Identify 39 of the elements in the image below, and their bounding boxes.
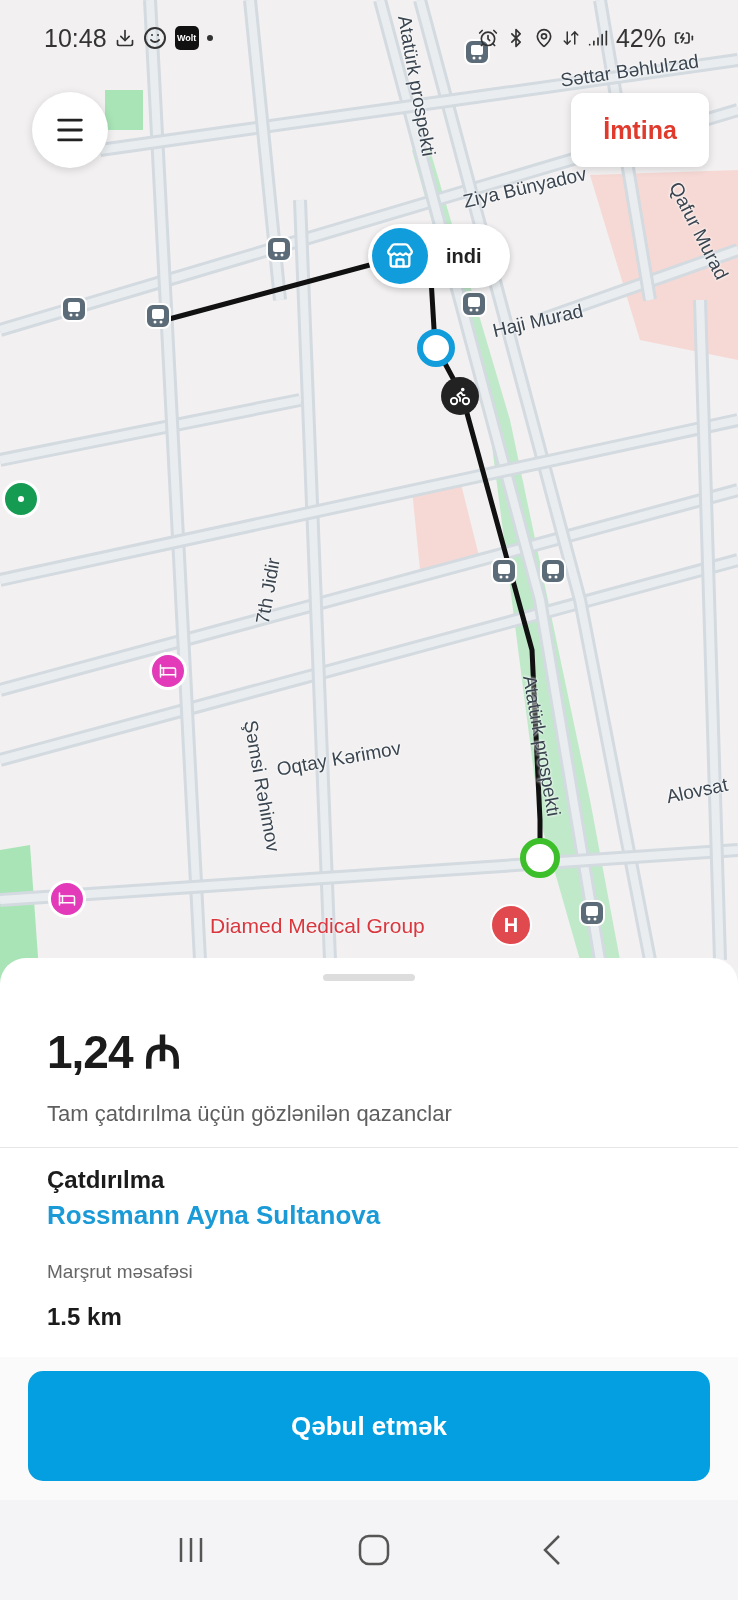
dot-icon bbox=[206, 35, 213, 41]
street-label: 7th Jidir bbox=[251, 556, 285, 626]
street-label: Haji Murad bbox=[490, 299, 586, 343]
street-label: Oqtay Kərimov bbox=[275, 737, 403, 780]
bus-stop-icon bbox=[145, 303, 171, 329]
sheet-handle[interactable] bbox=[323, 974, 415, 981]
bus-stop-icon bbox=[464, 39, 490, 65]
smiley-icon bbox=[142, 26, 167, 50]
earnings-note: Tam çatdırılma üçün gözlənilən qazanclar bbox=[46, 1100, 453, 1128]
park-area bbox=[105, 90, 143, 130]
section-title: Çatdırılma bbox=[47, 1166, 166, 1194]
earnings-amount: 1,24 ₼ bbox=[46, 1025, 182, 1080]
cancel-button[interactable]: İmtina bbox=[571, 93, 709, 167]
home-icon[interactable] bbox=[358, 1534, 390, 1566]
back-icon[interactable] bbox=[542, 1534, 562, 1566]
street-label: Alovsat bbox=[664, 773, 730, 809]
bus-stop-icon bbox=[540, 558, 566, 584]
signal-icon bbox=[587, 28, 608, 48]
bus-stop-icon bbox=[579, 900, 605, 926]
status-time: 10:48 bbox=[44, 23, 107, 53]
bus-stop-icon bbox=[266, 236, 292, 262]
bus-stop-icon bbox=[61, 296, 87, 322]
download-icon bbox=[114, 28, 135, 48]
street-label: Səttar Bəhlulzad bbox=[559, 50, 701, 92]
store-icon bbox=[372, 228, 428, 284]
accept-button[interactable]: Qəbul etmək bbox=[28, 1371, 710, 1481]
place-label: Diamed Medical Group bbox=[210, 914, 425, 938]
pickup-pin[interactable]: indi bbox=[368, 224, 510, 288]
street-label: Atatürk prospekti bbox=[518, 673, 565, 819]
alarm-icon bbox=[477, 28, 498, 48]
data-arrows-icon bbox=[561, 29, 580, 47]
bus-stop-icon bbox=[461, 291, 487, 317]
bus-stop-icon bbox=[491, 558, 517, 584]
distance-label: Marşrut məsafəsi bbox=[47, 1261, 194, 1283]
street-label: Atatürk prospekti bbox=[393, 13, 440, 159]
store-name: Rossmann Ayna Sultanova bbox=[47, 1200, 382, 1231]
distance-value: 1.5 km bbox=[47, 1303, 123, 1331]
app-badge: Wolt bbox=[174, 26, 199, 50]
battery-percent: 42% bbox=[615, 23, 666, 53]
